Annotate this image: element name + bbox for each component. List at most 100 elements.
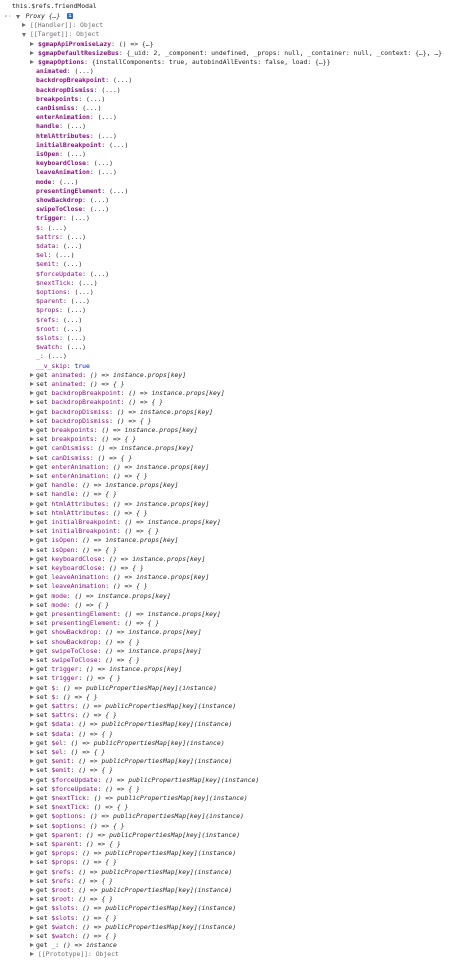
accessor-row[interactable]: get enterAnimation: () => instance.props… [30,463,209,472]
expand-triangle-icon[interactable] [30,667,34,672]
accessor-row[interactable]: get $parent: () => publicPropertiesMap[k… [30,831,240,840]
prototype-row[interactable]: [[Prototype]]: Object [30,950,119,959]
accessor-row[interactable]: get trigger: () => instance.props[key] [30,665,182,674]
accessor-row[interactable]: set backdropDismiss: () => { } [30,417,151,426]
expand-triangle-icon[interactable] [30,915,34,920]
property-value[interactable]: (...) [82,104,101,112]
property-value[interactable]: (...) [98,113,117,121]
property-row[interactable]: $gmapApiPromiseLazy: () => {…} [30,40,153,49]
expand-triangle-icon[interactable] [30,878,34,883]
expand-triangle-icon[interactable] [30,703,34,708]
expand-triangle-icon[interactable] [30,400,34,405]
accessor-row[interactable]: set canDismiss: () => { } [30,454,132,463]
expand-triangle-icon[interactable] [30,795,34,800]
expand-triangle-icon[interactable] [30,437,34,442]
expand-triangle-icon[interactable] [30,860,34,865]
expand-triangle-icon[interactable] [30,510,34,515]
accessor-row[interactable]: set trigger: () => { } [30,674,121,683]
accessor-row[interactable]: get $emit: () => publicPropertiesMap[key… [30,757,232,766]
expand-triangle-icon[interactable] [30,933,34,938]
accessor-row[interactable]: get swipeToClose: () => instance.props[k… [30,647,201,656]
expand-triangle-icon[interactable] [30,749,34,754]
expand-triangle-icon[interactable] [22,23,26,27]
accessor-row[interactable]: get animated: () => instance.props[key] [30,371,186,380]
accessor-row[interactable]: set $refs: () => { } [30,877,113,886]
accessor-row[interactable]: get backdropBreakpoint: () => instance.p… [30,389,225,398]
accessor-row[interactable]: set $props: () => { } [30,858,117,867]
property-value[interactable]: (...) [67,122,86,130]
accessor-row[interactable]: set showBackdrop: () => { } [30,638,140,647]
property-row[interactable]: $gmapDefaultResizeBus: {_uid: 2, _compon… [30,49,442,58]
property-value[interactable]: (...) [90,270,109,278]
expand-triangle-icon[interactable] [30,676,34,681]
collapse-triangle-icon[interactable] [16,15,20,19]
expand-triangle-icon[interactable] [30,455,34,460]
expand-triangle-icon[interactable] [30,823,34,828]
accessor-row[interactable]: set htmlAttributes: () => { } [30,509,148,518]
accessor-row[interactable]: get initialBreakpoint: () => instance.pr… [30,518,221,527]
expand-triangle-icon[interactable] [30,648,34,653]
expand-triangle-icon[interactable] [30,501,34,506]
accessor-row[interactable]: get mode: () => instance.props[key] [30,592,171,601]
property-value[interactable]: (...) [67,233,86,241]
expand-triangle-icon[interactable] [30,639,34,644]
accessor-row[interactable]: get $data: () => publicPropertiesMap[key… [30,720,232,729]
expand-triangle-icon[interactable] [30,694,34,699]
expand-triangle-icon[interactable] [30,952,34,957]
property-value[interactable]: (...) [63,260,82,268]
expand-triangle-icon[interactable] [30,906,34,911]
accessor-row[interactable]: set $parent: () => { } [30,840,121,849]
property-value[interactable]: (...) [94,159,113,167]
accessor-row[interactable]: get $refs: () => publicPropertiesMap[key… [30,868,232,877]
property-value[interactable]: (...) [67,334,86,342]
accessor-row[interactable]: set $watch: () => { } [30,932,117,941]
property-value[interactable]: (...) [59,178,78,186]
property-value[interactable]: (...) [101,86,120,94]
property-value[interactable]: (...) [98,132,117,140]
accessor-row[interactable]: set $nextTick: () => { } [30,803,128,812]
accessor-row[interactable]: get keyboardClose: () => instance.props[… [30,555,205,564]
accessor-row[interactable]: set handle: () => { } [30,490,117,499]
property-value[interactable]: (...) [63,316,82,324]
expand-triangle-icon[interactable] [30,464,34,469]
accessor-row[interactable]: set swipeToClose: () => { } [30,656,140,665]
expand-triangle-icon[interactable] [30,611,34,616]
proxy-result-row[interactable]: ‹· Proxy {…} i [4,12,74,21]
accessor-row[interactable]: get isOpen: () => instance.props[key] [30,536,178,545]
accessor-row[interactable]: set backdropBreakpoint: () => { } [30,398,163,407]
accessor-row[interactable]: set $data: () => { } [30,730,113,739]
property-value[interactable]: (...) [71,297,90,305]
expand-triangle-icon[interactable] [30,446,34,451]
accessor-row[interactable]: get $options: () => publicPropertiesMap[… [30,812,244,821]
accessor-row[interactable]: get $forceUpdate: () => publicProperties… [30,776,259,785]
accessor-row[interactable]: set isOpen: () => { } [30,546,117,555]
expand-triangle-icon[interactable] [30,887,34,892]
expand-triangle-icon[interactable] [30,59,34,64]
expand-triangle-icon[interactable] [30,805,34,810]
property-value[interactable]: (...) [113,76,132,84]
expand-triangle-icon[interactable] [30,786,34,791]
property-value[interactable]: (...) [67,343,86,351]
property-value[interactable]: (...) [109,141,128,149]
accessor-row[interactable]: get $nextTick: () => publicPropertiesMap… [30,794,248,803]
expand-triangle-icon[interactable] [30,593,34,598]
expand-triangle-icon[interactable] [30,731,34,736]
property-value[interactable]: (...) [71,214,90,222]
expand-triangle-icon[interactable] [30,391,34,396]
property-value[interactable]: (...) [48,352,67,360]
property-value[interactable]: (...) [48,224,67,232]
property-value[interactable]: (...) [86,95,105,103]
expand-triangle-icon[interactable] [30,418,34,423]
property-value[interactable]: (...) [98,168,117,176]
expand-triangle-icon[interactable] [30,740,34,745]
accessor-row[interactable]: get $: () => publicPropertiesMap[key](in… [30,684,217,693]
property-value[interactable]: (...) [109,187,128,195]
expand-triangle-icon[interactable] [30,602,34,607]
handler-row[interactable]: [[Handler]]: Object [22,21,103,30]
accessor-row[interactable]: set leaveAnimation: () => { } [30,582,148,591]
accessor-row[interactable]: set $el: () => { } [30,748,105,757]
expand-triangle-icon[interactable] [30,556,34,561]
expand-triangle-icon[interactable] [30,897,34,902]
accessor-row[interactable]: set $root: () => { } [30,895,113,904]
property-value[interactable]: (...) [55,251,74,259]
